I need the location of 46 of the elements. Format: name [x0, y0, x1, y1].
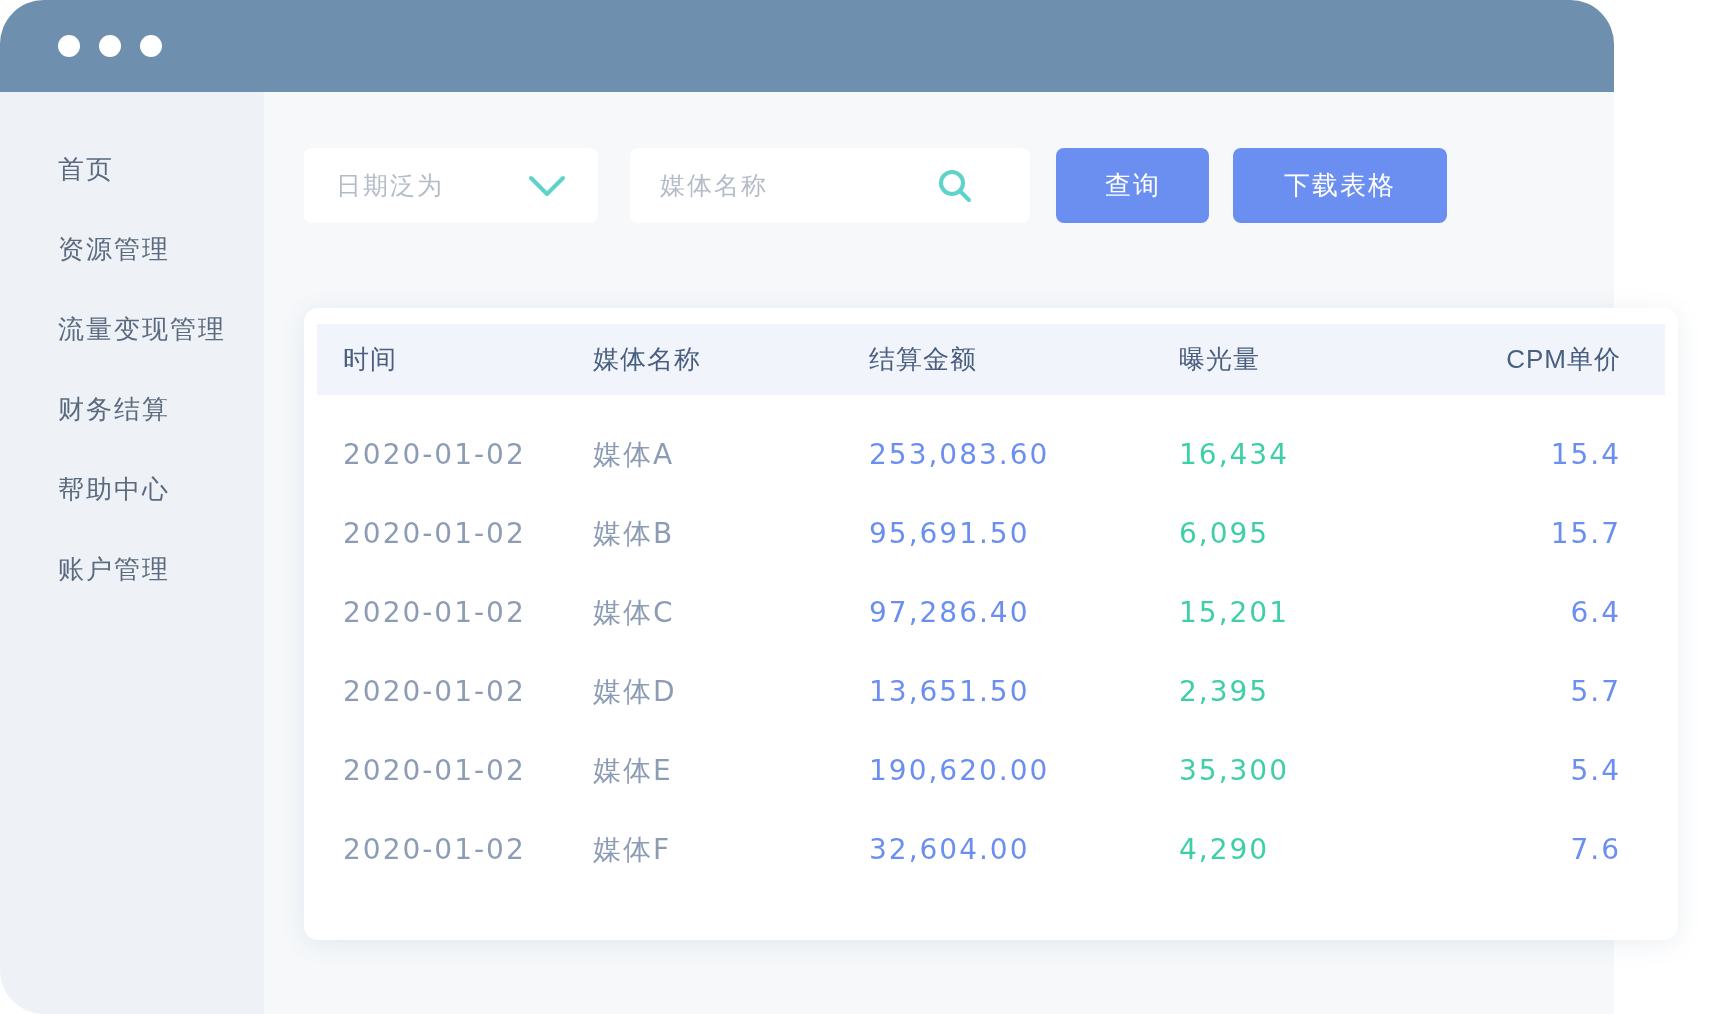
column-header: 时间	[343, 344, 397, 374]
table-cell: 15.4	[1550, 437, 1621, 471]
table-cell: 媒体E	[593, 753, 673, 787]
table-cell: 15.7	[1550, 516, 1621, 550]
table-cell: 35,300	[1179, 753, 1289, 787]
table-cell: 媒体C	[593, 595, 675, 629]
column-header: CPM单价	[1506, 344, 1621, 374]
sidebar-item[interactable]: 财务结算	[58, 394, 264, 424]
download-button[interactable]: 下载表格	[1233, 148, 1447, 223]
sidebar-item[interactable]: 流量变现管理	[58, 314, 264, 344]
table-cell: 2020-01-02	[343, 674, 526, 708]
table-cell: 13,651.50	[869, 674, 1030, 708]
table-cell: 2020-01-02	[343, 516, 526, 550]
table-cell: 15,201	[1179, 595, 1289, 629]
table-cell: 媒体D	[593, 674, 677, 708]
table-cell: 2,395	[1179, 674, 1270, 708]
table-cell: 媒体A	[593, 437, 675, 471]
column-header: 媒体名称	[593, 344, 701, 374]
table-cell: 4,290	[1179, 832, 1270, 866]
table-cell: 5.4	[1570, 753, 1621, 787]
table-cell: 16,434	[1179, 437, 1289, 471]
sidebar-item[interactable]: 账户管理	[58, 554, 264, 584]
table-cell: 2020-01-02	[343, 437, 526, 471]
table-cell: 2020-01-02	[343, 832, 526, 866]
table-cell: 5.7	[1570, 674, 1621, 708]
column-header: 结算金额	[869, 344, 977, 374]
table-cell: 190,620.00	[869, 753, 1050, 787]
chevron-down-icon	[528, 173, 566, 198]
column-header: 曝光量	[1179, 344, 1260, 374]
sidebar-item[interactable]: 首页	[58, 154, 264, 184]
table-cell: 32,604.00	[869, 832, 1030, 866]
search-field[interactable]: 媒体名称	[630, 148, 1030, 223]
table-cell: 7.6	[1570, 832, 1621, 866]
table-cell: 2020-01-02	[343, 753, 526, 787]
sidebar-item[interactable]: 资源管理	[58, 234, 264, 264]
table-cell: 95,691.50	[869, 516, 1030, 550]
search-icon	[938, 169, 972, 203]
table-cell: 253,083.60	[869, 437, 1050, 471]
query-button[interactable]: 查询	[1056, 148, 1209, 223]
table-cell: 6,095	[1179, 516, 1270, 550]
table-cell: 媒体F	[593, 832, 672, 866]
table-cell: 媒体B	[593, 516, 675, 550]
table-cell: 97,286.40	[869, 595, 1030, 629]
table-cell: 2020-01-02	[343, 595, 526, 629]
sidebar-item[interactable]: 帮助中心	[58, 474, 264, 504]
table-cell: 6.4	[1570, 595, 1621, 629]
